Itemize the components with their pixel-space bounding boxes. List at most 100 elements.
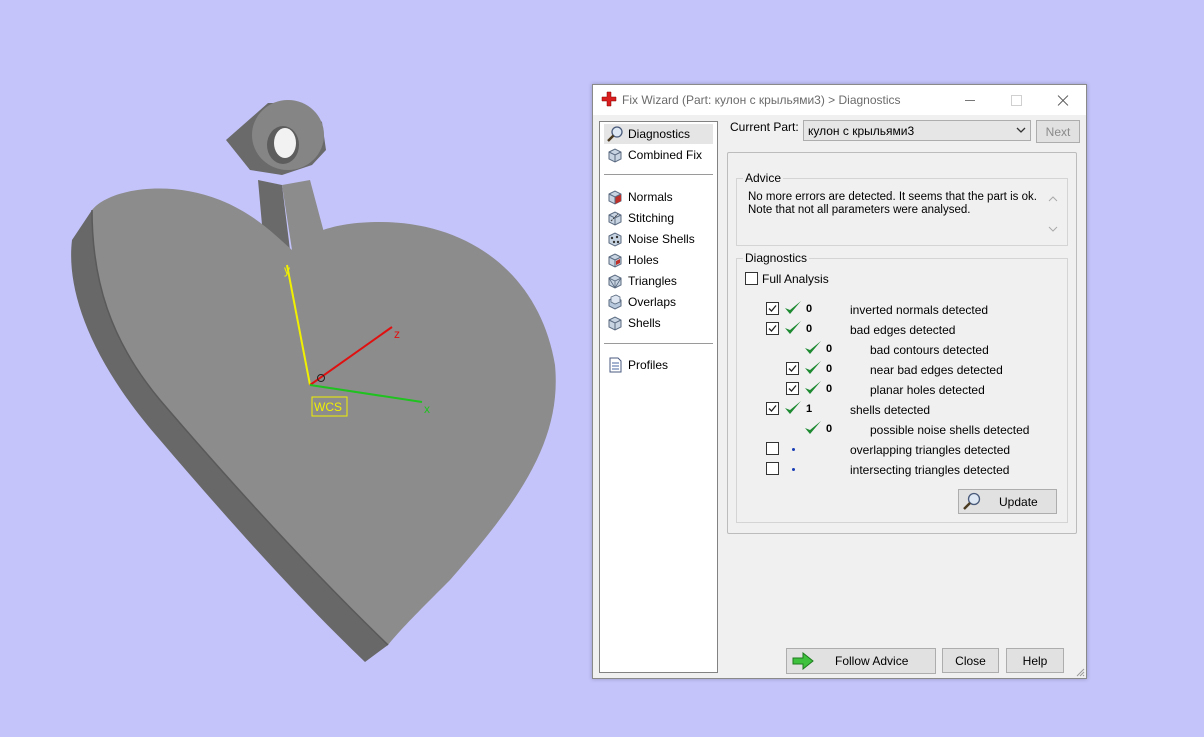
diagnostic-label: near bad edges detected	[870, 363, 1003, 377]
diagnostic-row: 0 bad contours detected	[593, 340, 1073, 358]
diagnostic-row: 0 inverted normals detected	[593, 300, 1073, 318]
diagnostic-count: 0	[826, 343, 833, 355]
nav-separator	[604, 174, 713, 175]
next-button-label: Next	[1045, 125, 1071, 139]
stitching-cube-icon	[608, 211, 622, 226]
close-label: Close	[955, 654, 986, 668]
check-icon	[805, 421, 821, 434]
nav-label: Holes	[628, 253, 659, 267]
diagnostic-count: 0	[826, 423, 833, 435]
diagnostic-row: 0 possible noise shells detected	[593, 420, 1073, 438]
nav-label: Stitching	[628, 211, 675, 225]
full-analysis-label: Full Analysis	[762, 272, 829, 286]
nav-label: Combined Fix	[628, 148, 703, 162]
diagnostic-label: bad edges detected	[850, 323, 956, 337]
current-part-label: Current Part:	[730, 120, 799, 134]
diagnostic-label: inverted normals detected	[850, 303, 989, 317]
window-title: Fix Wizard (Part: кулон с крыльями3) > D…	[622, 93, 901, 107]
advice-line-2: Note that not all parameters were analys…	[748, 204, 971, 216]
triangles-cube-icon	[608, 274, 622, 289]
diagnostic-label: bad contours detected	[870, 343, 989, 357]
diagnostic-count: 0	[826, 383, 833, 395]
diagnostic-label: planar holes detected	[870, 383, 985, 397]
nav-label: Normals	[628, 190, 673, 204]
nav-item-combined-fix[interactable]: Combined Fix	[604, 145, 713, 165]
not-analysed-dot-icon	[792, 448, 795, 451]
green-arrow-icon	[792, 652, 814, 670]
check-icon	[805, 381, 821, 394]
next-button[interactable]: Next	[1036, 120, 1080, 143]
diagnostic-count: 1	[806, 403, 813, 415]
advice-text: No more errors are detected. It seems th…	[748, 191, 1043, 217]
nav-label: Diagnostics	[628, 127, 691, 141]
diagnostic-count: 0	[826, 363, 833, 375]
current-part-value: кулон с крыльями3	[808, 124, 915, 138]
current-part-select[interactable]: кулон с крыльями3	[803, 120, 1031, 141]
check-icon	[805, 341, 821, 354]
normals-cube-icon	[608, 190, 622, 205]
check-icon	[805, 361, 821, 374]
nav-item-noise-shells[interactable]: Noise Shells	[604, 229, 713, 249]
diagnostic-count: 0	[806, 323, 813, 335]
diagnostic-row: 0 near bad edges detected	[593, 360, 1073, 378]
full-analysis-checkbox[interactable]	[745, 272, 758, 285]
nav-item-triangles[interactable]: Triangles	[604, 271, 713, 291]
nav-label: Noise Shells	[628, 232, 695, 246]
resize-grip-icon[interactable]	[1075, 667, 1085, 677]
magnifier-icon	[963, 492, 981, 510]
diagnostic-label: possible noise shells detected	[870, 423, 1030, 437]
3d-viewport[interactable]: y z x WCS	[0, 0, 590, 737]
holes-cube-icon	[608, 253, 622, 268]
diagnostic-label: shells detected	[850, 403, 931, 417]
check-icon	[785, 321, 801, 334]
diagnostic-row: 1 shells detected	[593, 400, 1073, 418]
z-axis-label: z	[394, 327, 400, 341]
scroll-down-icon[interactable]	[1048, 225, 1058, 233]
follow-advice-label: Follow Advice	[835, 654, 909, 668]
help-button[interactable]: Help	[1006, 648, 1064, 673]
close-window-button[interactable]	[1039, 85, 1085, 115]
nav-item-diagnostics[interactable]: Diagnostics	[604, 124, 713, 144]
noise-shells-icon	[608, 232, 622, 247]
x-axis-label: x	[424, 402, 430, 416]
maximize-button[interactable]	[993, 85, 1039, 115]
check-icon	[785, 401, 801, 414]
wcs-label: WCS	[314, 400, 342, 414]
nav-item-normals[interactable]: Normals	[604, 187, 713, 207]
diagnostic-row: 0 planar holes detected	[593, 380, 1073, 398]
diagnostic-checkbox[interactable]	[766, 322, 779, 335]
diagnostic-count: 0	[806, 303, 813, 315]
diagnostic-checkbox[interactable]	[766, 402, 779, 415]
title-bar[interactable]: Fix Wizard (Part: кулон с крыльями3) > D…	[593, 85, 1086, 115]
red-cross-icon	[601, 91, 617, 107]
diagnostic-checkbox[interactable]	[766, 302, 779, 315]
advice-title: Advice	[743, 171, 784, 185]
diagnostic-row: intersecting triangles detected	[593, 460, 1073, 478]
update-button[interactable]: Update	[958, 489, 1057, 514]
update-label: Update	[999, 495, 1038, 509]
diagnostic-checkbox[interactable]	[786, 382, 799, 395]
scroll-up-icon[interactable]	[1048, 195, 1058, 203]
chevron-down-icon	[1016, 127, 1026, 133]
diagnostic-checkbox[interactable]	[766, 442, 779, 455]
diagnostic-row: 0 bad edges detected	[593, 320, 1073, 338]
diagnostic-row: overlapping triangles detected	[593, 440, 1073, 458]
close-button[interactable]: Close	[942, 648, 999, 673]
nav-label: Triangles	[628, 274, 677, 288]
nav-item-stitching[interactable]: Stitching	[604, 208, 713, 228]
diagnostic-checkbox[interactable]	[786, 362, 799, 375]
advice-group: Advice No more errors are detected. It s…	[736, 171, 1068, 246]
nav-item-holes[interactable]: Holes	[604, 250, 713, 270]
diagnostic-checkbox[interactable]	[766, 462, 779, 475]
help-label: Help	[1022, 654, 1048, 668]
cube-icon	[608, 148, 622, 163]
advice-line-1: No more errors are detected. It seems th…	[748, 191, 1037, 203]
follow-advice-button[interactable]: Follow Advice	[786, 648, 936, 674]
diagnostic-label: overlapping triangles detected	[850, 443, 1011, 457]
diagnostics-title: Diagnostics	[743, 251, 810, 265]
not-analysed-dot-icon	[792, 468, 795, 471]
check-icon	[785, 301, 801, 314]
magnifier-icon	[607, 126, 623, 142]
diagnostic-label: intersecting triangles detected	[850, 463, 1010, 477]
minimize-button[interactable]	[947, 85, 993, 115]
